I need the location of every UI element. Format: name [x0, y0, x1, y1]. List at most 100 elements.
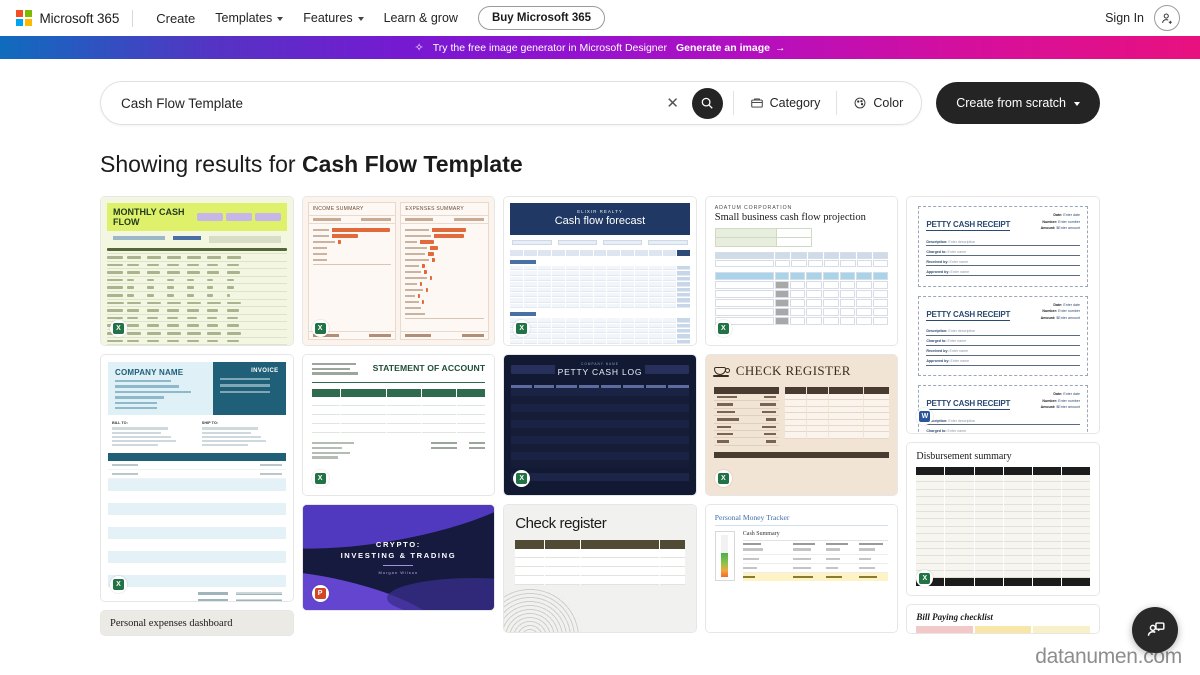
buy-microsoft-365-button[interactable]: Buy Microsoft 365: [477, 6, 606, 30]
projection-info-box: [714, 228, 812, 247]
statement-address: [311, 363, 358, 377]
thumbnail-bill-paying-checklist: Bill Paying checklist: [907, 605, 1099, 633]
register-table-pane: [784, 387, 890, 446]
template-card-petty-cash-log[interactable]: COMPANY NAME PETTY CASH LOG X: [503, 354, 697, 496]
chevron-down-icon: [277, 16, 284, 21]
template-card-small-business-projection[interactable]: ADATUM CORPORATION Small business cash f…: [704, 196, 899, 346]
template-card-invoice[interactable]: COMPANY NAME INVOICE BILL TO: SHIP TO: X: [100, 354, 294, 602]
template-card-statement-of-account[interactable]: STATEMENT OF ACCOUNT X: [301, 354, 496, 496]
thumbnail-personal-expenses-dashboard: Personal expenses dashboard: [101, 611, 293, 635]
forecast-section-2-label: [510, 312, 537, 317]
nav-item-templates[interactable]: Templates: [205, 5, 293, 31]
generate-an-image-link[interactable]: Generate an image →: [676, 42, 785, 54]
search-submit-button[interactable]: [691, 87, 723, 119]
nav-item-features[interactable]: Features: [293, 5, 373, 31]
thumb-title: MONTHLY CASH FLOW: [113, 207, 185, 227]
category-filter-button[interactable]: Category: [738, 89, 833, 117]
thumbnail-monthly-cash-flow: MONTHLY CASH FLOW X: [101, 197, 293, 345]
create-from-scratch-label: Create from scratch: [956, 96, 1066, 110]
forecast-rows-2: [510, 318, 690, 345]
thumbnail-check-register-beige: CHECK REGISTER X: [705, 355, 898, 495]
template-card-check-register-light[interactable]: Check register: [503, 504, 697, 633]
disbursement-table-header: [916, 467, 1090, 475]
income-bar-chart: [309, 224, 396, 331]
expense-bar-chart: [401, 224, 488, 331]
thumbnail-cash-flow-forecast: ELIXIR REALTY Cash flow forecast X: [504, 197, 696, 345]
thumb-title: Personal expenses dashboard: [110, 618, 233, 629]
log-title: PETTY CASH LOG: [557, 367, 643, 377]
projection-company: ADATUM CORPORATION: [714, 205, 793, 211]
template-card-disbursement-summary[interactable]: Disbursement summary X: [906, 442, 1100, 596]
receipt-meta: Date: Enter date Number: Enter number Amou…: [1040, 302, 1080, 320]
statement-header: STATEMENT OF ACCOUNT: [311, 363, 486, 377]
checklist-color-stripes: [916, 626, 1090, 633]
log-top-bar: COMPANY NAME PETTY CASH LOG: [511, 362, 689, 377]
statement-title: STATEMENT OF ACCOUNT: [372, 363, 486, 373]
expenses-summary-title: EXPENSES SUMMARY: [401, 203, 489, 216]
forecast-title: Cash flow forecast: [554, 215, 646, 227]
search-bar[interactable]: ✕ Category Color: [100, 81, 923, 125]
thumbnail-check-register-light: Check register: [504, 505, 696, 632]
template-card-crypto-investing-trading[interactable]: CRYPTO: INVESTING & TRADING Morgan Wilso…: [301, 504, 496, 611]
thumb-subheader: [107, 231, 287, 246]
receipt-meta: Date: Enter date Number: Enter number Amou…: [1040, 392, 1080, 409]
log-left-button: [511, 365, 556, 374]
app-badge-excel: X: [513, 470, 531, 487]
microsoft-logo-icon: [16, 10, 32, 26]
nav-right-group: Sign In: [1105, 5, 1184, 31]
receipt-title: PETTY CASH RECEIPT: [926, 220, 1011, 231]
feedback-person-icon: [1147, 621, 1165, 636]
excel-icon: X: [314, 323, 326, 334]
thumb-pill-buttons: [196, 213, 281, 221]
template-card-check-register-beige[interactable]: CHECK REGISTER X: [704, 354, 899, 496]
nav-item-create[interactable]: Create: [146, 5, 205, 32]
nav-item-learn-and-grow[interactable]: Learn & grow: [374, 5, 468, 31]
receipt-fields: Description: Enter description Charged t…: [926, 240, 1080, 280]
brand-label: Microsoft 365: [39, 10, 120, 26]
check-register-footer-bar: [713, 451, 890, 458]
receipt-block-2: PETTY CASH RECEIPT Date: Enter date Numbe…: [918, 295, 1088, 376]
sign-in-link[interactable]: Sign In: [1105, 11, 1144, 25]
results-heading-prefix: Showing results for: [100, 151, 302, 177]
account-person-add-icon[interactable]: [1154, 5, 1180, 31]
forecast-company: ELIXIR REALTY: [577, 209, 623, 214]
forecast-rows-1: [510, 266, 690, 309]
template-card-personal-money-tracker[interactable]: Personal Money Tracker Cash Summary: [704, 504, 899, 633]
receipt-fields: Description: Enter description Charged t…: [926, 419, 1080, 434]
color-filter-button[interactable]: Color: [841, 89, 915, 117]
forecast-section-1-label: [510, 260, 537, 264]
color-label: Color: [873, 96, 904, 110]
template-card-cash-flow-forecast[interactable]: ELIXIR REALTY Cash flow forecast X: [503, 196, 697, 346]
app-badge-excel: X: [714, 320, 732, 337]
search-divider-2: [836, 91, 838, 115]
template-card-petty-cash-receipt[interactable]: PETTY CASH RECEIPT Date: Enter date Numbe…: [906, 196, 1100, 434]
promo-text: Try the free image generator in Microsof…: [432, 41, 667, 54]
search-divider-1: [732, 91, 734, 115]
receipt-meta: Date: Enter date Number: Enter number Amou…: [1040, 213, 1080, 230]
nav-templates-label: Templates: [215, 11, 273, 25]
check-register-beige-title: CHECK REGISTER: [735, 363, 851, 378]
invoice-company-name: COMPANY NAME: [115, 368, 184, 377]
crypto-slide-text: CRYPTO: INVESTING & TRADING Morgan Wilso…: [303, 505, 495, 610]
template-card-income-expense-summary[interactable]: INCOME SUMMARY EXPENSES SUMMARY X: [301, 196, 496, 346]
feedback-button[interactable]: [1132, 607, 1178, 653]
designer-promo-banner[interactable]: ✧ Try the free image generator in Micros…: [0, 36, 1200, 59]
receipt-block-1: PETTY CASH RECEIPT Date: Enter date Numbe…: [918, 206, 1088, 287]
invoice-table-header: [108, 453, 286, 462]
nav-features-label: Features: [303, 11, 353, 25]
app-badge-excel: X: [311, 320, 329, 337]
thumbnail-small-business-projection: ADATUM CORPORATION Small business cash f…: [705, 197, 898, 345]
results-heading: Showing results for Cash Flow Template: [0, 125, 1200, 178]
template-card-monthly-cash-flow[interactable]: MONTHLY CASH FLOW X: [100, 196, 294, 346]
template-card-bill-paying-checklist[interactable]: Bill Paying checklist: [906, 604, 1100, 634]
template-card-personal-expenses-dashboard[interactable]: Personal expenses dashboard: [100, 610, 294, 636]
thumbnail-personal-money-tracker: Personal Money Tracker Cash Summary: [705, 505, 898, 632]
top-navigation-bar: Microsoft 365 Create Templates Features …: [0, 0, 1200, 36]
projection-table-1: [714, 252, 889, 267]
receipt-block-3: PETTY CASH RECEIPT Date: Enter date Numbe…: [918, 385, 1088, 433]
projection-table-2: [714, 272, 889, 325]
close-x-icon[interactable]: ✕: [660, 90, 686, 116]
app-badge-excel: X: [311, 470, 329, 487]
create-from-scratch-button[interactable]: Create from scratch: [936, 82, 1100, 124]
search-input[interactable]: [121, 95, 660, 111]
